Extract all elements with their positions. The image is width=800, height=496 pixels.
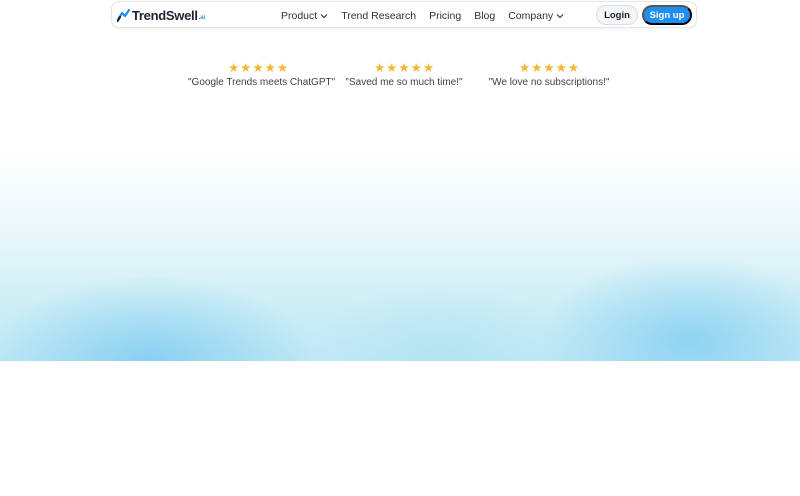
star-icon: ★ bbox=[567, 61, 580, 75]
navbar: TrendSwell .ai Product Trend Research Pr… bbox=[111, 1, 697, 28]
star-icon: ★ bbox=[227, 61, 240, 75]
star-icon: ★ bbox=[386, 61, 398, 75]
nav-item-label: Pricing bbox=[429, 9, 462, 22]
star-icon: ★ bbox=[555, 61, 567, 75]
testimonial-3: ★ ★ ★ ★ ★ "We love no subscriptions!" bbox=[479, 62, 619, 89]
chevron-down-icon bbox=[320, 13, 328, 18]
star-icon: ★ bbox=[264, 61, 276, 75]
star-icon: ★ bbox=[543, 61, 555, 75]
star-rating: ★ ★ ★ ★ ★ bbox=[188, 62, 328, 75]
hero-gradient-background bbox=[0, 0, 800, 361]
nav-item-pricing[interactable]: Pricing bbox=[429, 10, 461, 22]
nav-item-blog[interactable]: Blog bbox=[474, 10, 495, 22]
brand-name: TrendSwell bbox=[132, 7, 198, 23]
star-icon: ★ bbox=[410, 61, 422, 75]
testimonial-quote: "We love no subscriptions!" bbox=[488, 77, 610, 88]
testimonial-2: ★ ★ ★ ★ ★ "Saved me so much time!" bbox=[334, 62, 474, 89]
star-icon: ★ bbox=[373, 61, 386, 75]
login-button[interactable]: Login bbox=[596, 5, 638, 25]
brand-suffix: .ai bbox=[198, 14, 206, 21]
star-icon: ★ bbox=[276, 61, 289, 75]
chevron-down-icon bbox=[556, 13, 564, 18]
star-icon: ★ bbox=[398, 61, 410, 75]
brand-logo[interactable]: TrendSwell .ai bbox=[117, 7, 205, 23]
nav-item-trend-research[interactable]: Trend Research bbox=[341, 10, 416, 22]
signup-button[interactable]: Sign up bbox=[642, 5, 692, 25]
nav-item-label: Product bbox=[281, 9, 318, 22]
nav-links: Product Trend Research Pricing Blog Comp… bbox=[281, 2, 564, 29]
testimonial-quote: "Google Trends meets ChatGPT" bbox=[188, 77, 336, 88]
star-rating: ★ ★ ★ ★ ★ bbox=[334, 62, 474, 75]
nav-item-label: Trend Research bbox=[341, 9, 417, 22]
nav-item-product[interactable]: Product bbox=[281, 10, 328, 22]
page: TrendSwell .ai Product Trend Research Pr… bbox=[0, 0, 800, 496]
star-icon: ★ bbox=[252, 61, 264, 75]
nav-item-company[interactable]: Company bbox=[508, 10, 564, 22]
star-icon: ★ bbox=[240, 61, 252, 75]
nav-item-label: Blog bbox=[474, 9, 496, 22]
testimonial-quote: "Saved me so much time!" bbox=[345, 77, 463, 88]
nav-item-label: Company bbox=[508, 9, 554, 22]
star-icon: ★ bbox=[422, 61, 435, 75]
star-icon: ★ bbox=[518, 61, 531, 75]
star-icon: ★ bbox=[531, 61, 543, 75]
trend-arrow-icon bbox=[117, 8, 131, 22]
testimonial-1: ★ ★ ★ ★ ★ "Google Trends meets ChatGPT" bbox=[188, 62, 336, 89]
star-rating: ★ ★ ★ ★ ★ bbox=[479, 62, 619, 75]
